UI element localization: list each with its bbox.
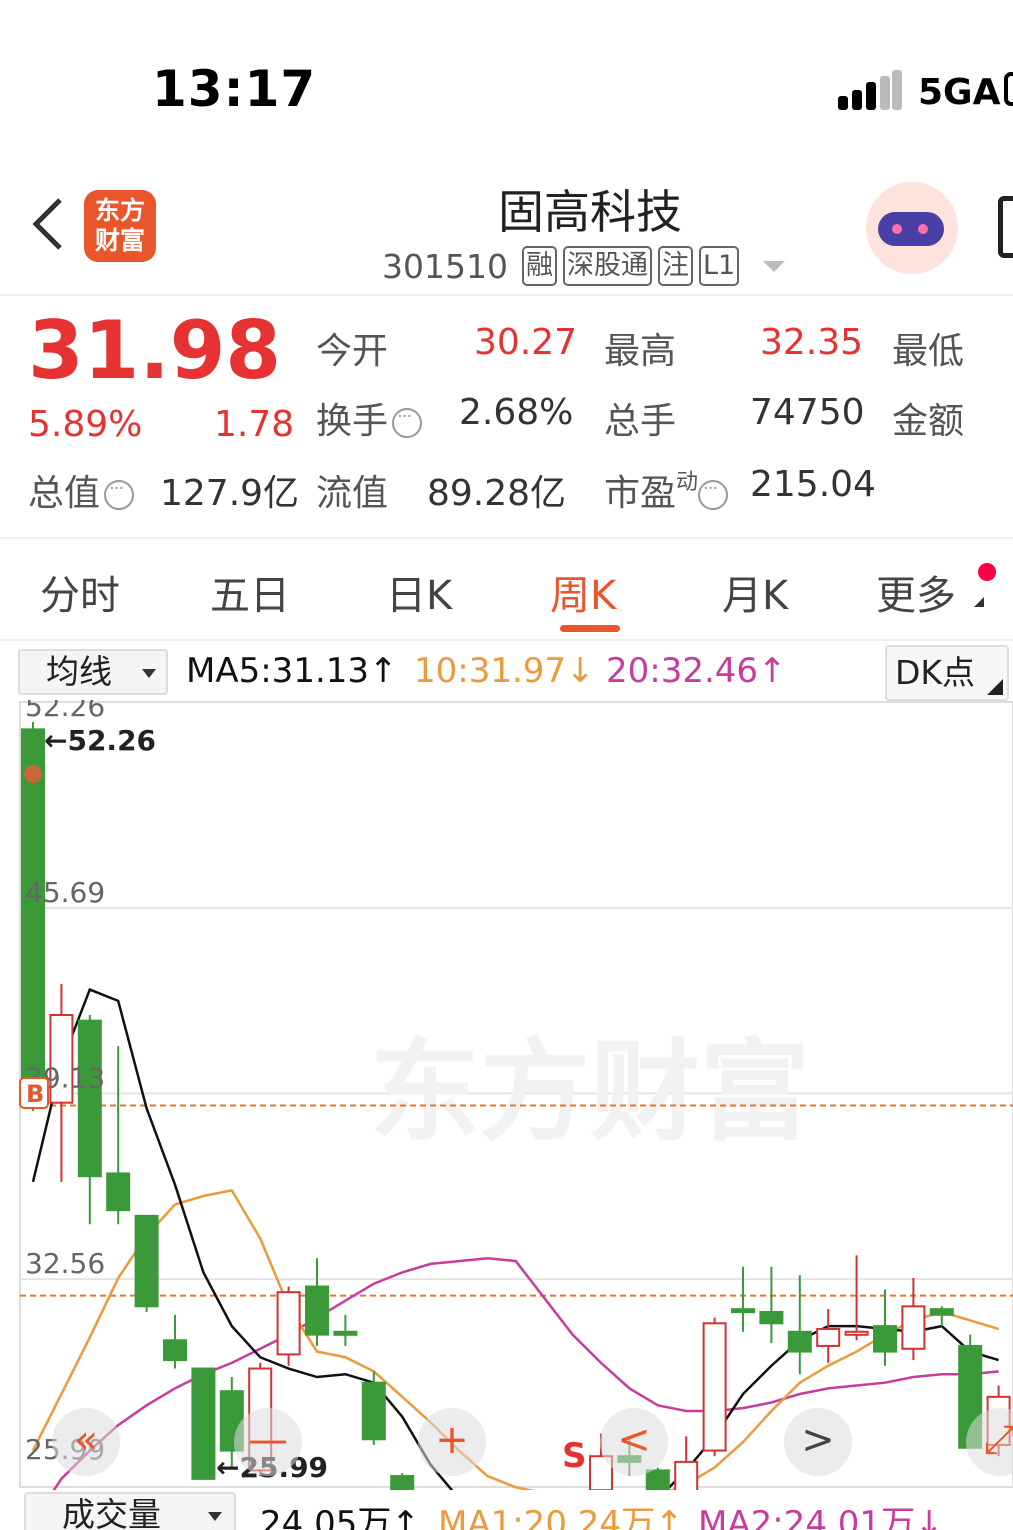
candle-body	[276, 1291, 301, 1356]
last-price: 31.98	[28, 304, 282, 397]
menu-icon[interactable]	[998, 196, 1013, 258]
period-tabs: 分时 五日 日K 周K 月K 更多	[0, 545, 1013, 641]
tab-weekly-k[interactable]: 周K	[550, 563, 616, 621]
network-type: 5GA	[918, 72, 1001, 113]
active-tab-indicator	[560, 625, 620, 632]
candle-body	[759, 1310, 784, 1325]
tab-daily-k[interactable]: 日K	[386, 563, 452, 621]
ma10-value: 10:31.97↓	[414, 651, 595, 691]
tag-registered: 注	[657, 246, 693, 286]
dropdown-arrow-icon	[208, 1512, 222, 1521]
candle-body	[134, 1214, 159, 1308]
candle-body	[163, 1339, 187, 1362]
volume-ma2: MA2:24.01万↓	[698, 1504, 944, 1530]
zoom-out-button[interactable]: —	[234, 1408, 302, 1476]
candle-body	[106, 1172, 131, 1212]
high-label: 最高	[604, 331, 677, 372]
info-icon[interactable]	[698, 478, 729, 510]
status-bar: 13:17 5GA	[0, 0, 1013, 150]
ma20-line	[52, 1256, 999, 1490]
dropdown-arrow-icon	[142, 669, 156, 678]
stock-code-row[interactable]: 301510 融 深股通 注 L1	[382, 244, 786, 288]
stock-code: 301510	[382, 246, 508, 286]
clock: 13:17	[152, 60, 317, 118]
candle-body	[929, 1308, 954, 1316]
max-price-label: ←52.26	[44, 724, 156, 757]
tag-connect: 深股通	[562, 246, 652, 286]
candle-body	[702, 1322, 727, 1452]
stock-name: 固高科技	[498, 185, 682, 239]
candlestick-chart[interactable]: 东方财富52.2645.6939.1332.5625.99←52.26←25.9…	[0, 700, 1013, 1490]
volume-value: 74750	[750, 392, 865, 433]
tag-margin: 融	[521, 246, 557, 286]
amount-label: 金额	[892, 401, 965, 442]
candle-body	[873, 1325, 897, 1353]
assistant-robot-icon[interactable]	[866, 182, 958, 274]
ma20-value: 20:32.46↑	[606, 651, 787, 691]
notification-dot	[978, 563, 996, 581]
zoom-in-button[interactable]: +	[418, 1408, 486, 1476]
volume-label: 总手	[604, 401, 677, 442]
indicator-select[interactable]: 均线	[18, 649, 168, 695]
candle-body	[901, 1305, 926, 1350]
candle-body	[191, 1367, 216, 1480]
mktcap-label: 总值	[28, 464, 135, 516]
divider	[0, 537, 1013, 539]
low-label: 最低	[892, 331, 965, 372]
info-icon[interactable]	[104, 478, 135, 510]
volume-indicator-row: 成交量 24.05万↑ MA1:20.24万↑ MA2:24.01万↓	[0, 1488, 1013, 1530]
cellular-signal-icon	[838, 70, 902, 110]
tag-level: L1	[698, 246, 740, 286]
candle-body	[361, 1381, 386, 1441]
volume-select[interactable]: 成交量	[24, 1492, 236, 1530]
buy-marker: B	[26, 1080, 44, 1108]
change-amount: 1.78	[214, 404, 295, 445]
open-value: 30.27	[474, 322, 578, 363]
candle-body	[674, 1460, 699, 1490]
candle-body	[844, 1330, 869, 1336]
candle-body	[21, 728, 45, 1104]
tab-monthly-k[interactable]: 月K	[722, 563, 788, 621]
tab-more[interactable]: 更多	[876, 563, 956, 621]
watermark: 东方财富	[370, 1028, 810, 1156]
stock-header: 东方财富 固高科技 301510 融 深股通 注 L1	[0, 160, 1013, 296]
float-value: 89.28亿	[427, 473, 567, 514]
candle-body	[731, 1308, 755, 1314]
chevron-down-icon[interactable]	[763, 260, 786, 272]
tab-five-day[interactable]: 五日	[210, 563, 290, 621]
y-tick-label: 52.26	[25, 700, 105, 723]
open-label: 今开	[316, 331, 389, 372]
corner-triangle-icon	[974, 597, 984, 607]
mktcap-value: 127.9亿	[160, 473, 300, 514]
turnover-value: 2.68%	[459, 392, 574, 433]
candle-body	[333, 1330, 358, 1336]
tab-intraday[interactable]: 分时	[40, 563, 120, 621]
battery-icon	[1004, 72, 1013, 106]
y-tick-label: 32.56	[25, 1247, 105, 1280]
next-button[interactable]: >	[784, 1408, 852, 1476]
quote-panel: 31.98 5.89% 1.78 今开 30.27 最高 32.35 最低 换手…	[0, 298, 1013, 538]
buy-dot	[24, 765, 42, 783]
previous-button[interactable]: <	[600, 1408, 668, 1476]
y-tick-label: 45.69	[25, 876, 105, 909]
high-value: 32.35	[760, 322, 864, 363]
candle-body	[816, 1327, 841, 1347]
turnover-label: 换手	[316, 392, 423, 444]
candle-body	[787, 1330, 812, 1353]
volume-ma1: MA1:20.24万↑	[438, 1504, 684, 1530]
float-label: 流值	[316, 473, 389, 514]
info-icon[interactable]	[392, 406, 423, 438]
pe-label: 市盈动	[604, 464, 729, 516]
dk-point-button[interactable]: DK点	[885, 645, 1009, 701]
ma-indicator-row: 均线 MA5:31.13↑ 10:31.97↓ 20:32.46↑ DK点	[0, 645, 1013, 701]
rewind-button[interactable]: «	[52, 1408, 120, 1476]
ma5-value: MA5:31.13↑	[186, 651, 398, 691]
pe-value: 215.04	[750, 464, 876, 505]
volume-value: 24.05万↑	[260, 1504, 420, 1530]
change-percent: 5.89%	[28, 404, 143, 445]
candle-body	[77, 1019, 102, 1178]
candle-body	[305, 1285, 329, 1336]
sell-marker: S	[562, 1436, 587, 1476]
